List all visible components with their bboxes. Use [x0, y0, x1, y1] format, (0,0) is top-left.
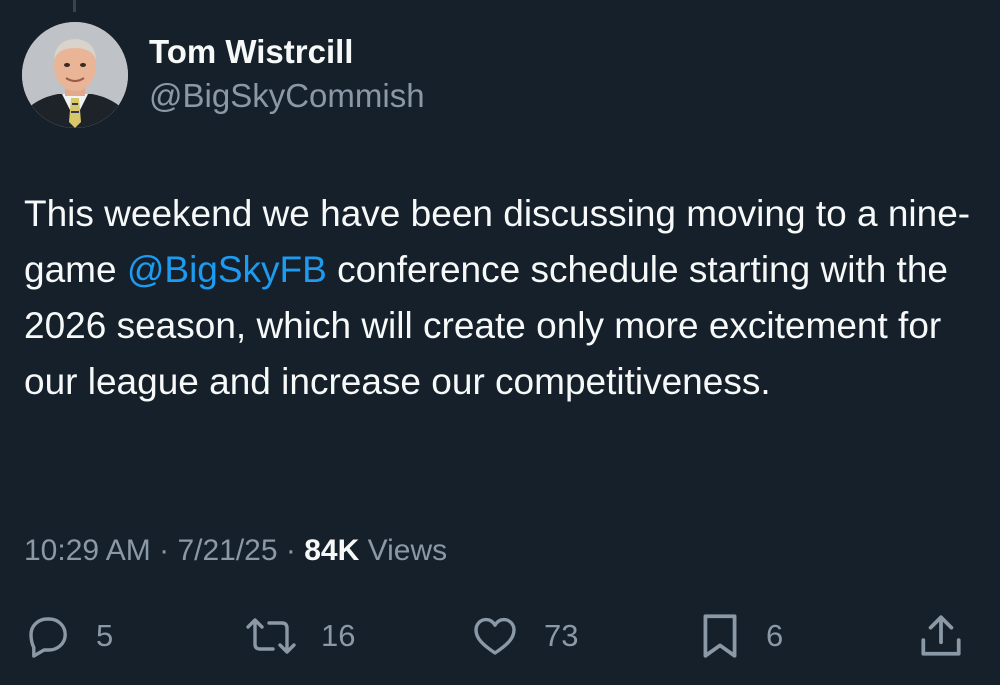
repost-count: 16 — [321, 618, 356, 653]
meta-separator: · — [159, 534, 170, 567]
reply-button[interactable]: 5 — [24, 610, 113, 662]
tweet-text: This weekend we have been discussing mov… — [24, 186, 984, 410]
share-icon — [916, 611, 966, 661]
author-handle[interactable]: @BigSkyCommish — [149, 76, 425, 116]
tweet-date[interactable]: 7/21/25 — [177, 534, 277, 567]
views-count: 84K — [304, 534, 360, 567]
thread-line — [73, 0, 76, 12]
author-display-name[interactable]: Tom Wistrcill — [149, 32, 353, 72]
views-label: Views — [367, 534, 448, 567]
like-icon — [470, 612, 520, 660]
tweet-meta: 10:29 AM · 7/21/25 · 84K Views — [24, 530, 447, 572]
reply-icon — [24, 612, 72, 660]
avatar-photo — [22, 22, 128, 128]
like-button[interactable]: 73 — [470, 610, 578, 662]
action-bar: 5 16 73 6 — [0, 610, 1000, 662]
bookmark-button[interactable]: 6 — [698, 610, 783, 662]
avatar[interactable] — [22, 22, 128, 128]
repost-icon — [245, 612, 297, 660]
repost-button[interactable]: 16 — [245, 610, 355, 662]
mention-link[interactable]: @BigSkyFB — [127, 249, 327, 290]
bookmark-icon — [698, 611, 742, 661]
meta-separator: · — [285, 534, 296, 567]
like-count: 73 — [544, 618, 579, 653]
tweet-time[interactable]: 10:29 AM — [24, 534, 151, 567]
bookmark-count: 6 — [766, 618, 784, 653]
share-button[interactable] — [916, 610, 966, 662]
reply-count: 5 — [96, 618, 114, 653]
